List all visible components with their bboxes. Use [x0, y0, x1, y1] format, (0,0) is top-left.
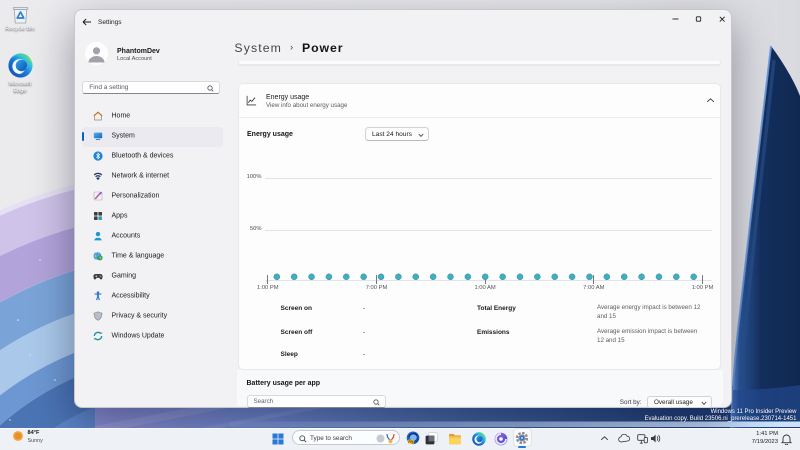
svg-text:FRI: FRI: [408, 440, 413, 444]
